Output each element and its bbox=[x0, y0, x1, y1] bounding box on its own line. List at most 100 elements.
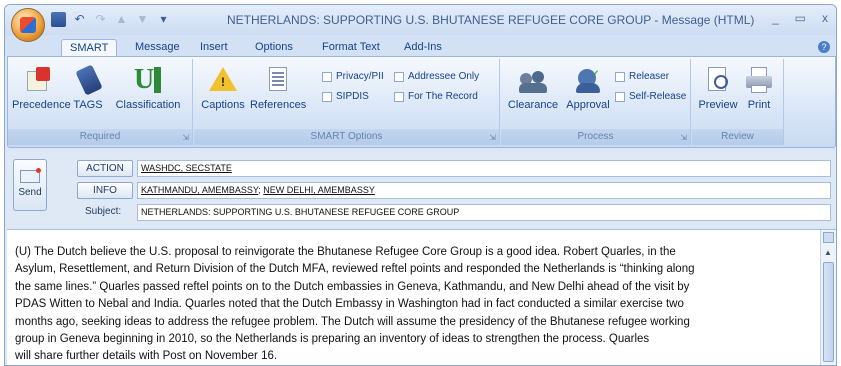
self-release-label: Self-Release bbox=[629, 91, 687, 102]
dialog-launcher-icon[interactable]: ⇲ bbox=[182, 133, 189, 142]
message-window: ↶ ↷ ▲ ▼ ▾ NETHERLANDS: SUPPORTING U.S. B… bbox=[4, 4, 837, 366]
tags-label: TAGS bbox=[73, 99, 103, 111]
window-controls: _ ▭ x bbox=[772, 11, 828, 25]
body-line: Asylum, Resettlement, and Return Divisio… bbox=[15, 263, 695, 276]
captions-label: Captions bbox=[201, 99, 245, 111]
ribbon: Precedence TAGS U Classification Require… bbox=[7, 56, 836, 148]
clearance-label: Clearance bbox=[507, 99, 559, 111]
classification-icon: U bbox=[132, 65, 164, 95]
body-line: the same lines.” Quarles passed reftel p… bbox=[15, 280, 690, 293]
group-label-required: Required bbox=[8, 129, 192, 145]
references-button[interactable]: References bbox=[250, 65, 306, 111]
body-line: will share further details with Post on … bbox=[15, 350, 278, 363]
precedence-button[interactable]: Precedence bbox=[12, 65, 71, 111]
preview-button[interactable]: Preview bbox=[698, 65, 738, 111]
references-icon bbox=[262, 65, 294, 95]
info-button[interactable]: INFO bbox=[77, 182, 133, 199]
approval-button[interactable]: ✓ Approval bbox=[563, 65, 613, 111]
office-logo-icon bbox=[20, 17, 36, 33]
customize-icon[interactable]: ▾ bbox=[156, 12, 171, 27]
body-line: group in Geneva beginning in 2010, so th… bbox=[15, 333, 650, 346]
privacy-pii-label: Privacy/PII bbox=[336, 71, 384, 82]
close-button[interactable]: x bbox=[822, 11, 828, 25]
printer-icon bbox=[743, 65, 775, 95]
send-label: Send bbox=[18, 187, 42, 198]
scroll-up-icon[interactable]: ▲ bbox=[824, 248, 832, 257]
privacy-pii-check[interactable] bbox=[322, 71, 332, 82]
ribbon-tabs: SMART Message Insert Options Format Text… bbox=[5, 35, 836, 57]
group-process: Clearance ✓ Approval Releaser Self-Relea… bbox=[501, 59, 691, 145]
title-bar: ↶ ↷ ▲ ▼ ▾ NETHERLANDS: SUPPORTING U.S. B… bbox=[5, 5, 836, 42]
clearance-button[interactable]: Clearance bbox=[505, 65, 561, 111]
tab-format-text[interactable]: Format Text bbox=[314, 39, 388, 57]
info-recipient-1: KATHMANDU, AMEMBASSY bbox=[141, 185, 259, 195]
send-icon bbox=[20, 168, 41, 183]
approval-label: Approval bbox=[566, 99, 610, 111]
send-button[interactable]: Send bbox=[13, 159, 47, 211]
body-line: (U) The Dutch believe the U.S. proposal … bbox=[15, 246, 676, 258]
info-field[interactable]: KATHMANDU, AMEMBASSY; NEW DELHI, AMEMBAS… bbox=[137, 182, 831, 199]
info-recipient-2: NEW DELHI, AMEMBASSY bbox=[263, 185, 375, 195]
dialog-launcher-icon[interactable]: ⇲ bbox=[489, 133, 496, 142]
releaser-checkbox[interactable]: Releaser bbox=[615, 71, 669, 82]
approval-icon: ✓ bbox=[572, 65, 604, 95]
group-label-process: Process bbox=[501, 129, 690, 145]
sipdis-label: SIPDIS bbox=[336, 91, 369, 102]
help-icon[interactable]: ? bbox=[818, 41, 830, 53]
up-icon[interactable]: ▲ bbox=[114, 12, 129, 27]
down-icon[interactable]: ▼ bbox=[135, 12, 150, 27]
maximize-button[interactable]: ▭ bbox=[795, 11, 806, 25]
group-required: Precedence TAGS U Classification Require… bbox=[8, 59, 193, 145]
self-release-checkbox[interactable]: Self-Release bbox=[615, 91, 686, 102]
addressee-only-check[interactable] bbox=[394, 71, 404, 82]
message-body[interactable]: (U) The Dutch believe the U.S. proposal … bbox=[7, 229, 836, 365]
classification-button[interactable]: U Classification bbox=[110, 65, 186, 112]
subject-label: Subject: bbox=[85, 206, 122, 217]
group-label-review: Review bbox=[692, 129, 783, 145]
action-button[interactable]: ACTION bbox=[77, 160, 133, 177]
for-the-record-check[interactable] bbox=[394, 91, 404, 102]
print-label: Print bbox=[747, 99, 771, 111]
tags-button[interactable]: TAGS bbox=[70, 64, 106, 111]
action-field[interactable]: WASHDC, SECSTATE bbox=[137, 160, 831, 177]
for-the-record-checkbox[interactable]: For The Record bbox=[394, 91, 478, 102]
action-recipient: WASHDC, SECSTATE bbox=[141, 163, 232, 173]
addressee-only-checkbox[interactable]: Addressee Only bbox=[394, 71, 479, 82]
tab-add-ins[interactable]: Add-Ins bbox=[396, 39, 450, 57]
redo-icon[interactable]: ↷ bbox=[93, 12, 108, 27]
minimize-button[interactable]: _ bbox=[772, 11, 779, 25]
sipdis-checkbox[interactable]: SIPDIS bbox=[322, 91, 369, 102]
clearance-icon bbox=[517, 65, 549, 95]
ruler-toggle-icon[interactable] bbox=[823, 232, 834, 243]
tab-message[interactable]: Message bbox=[127, 39, 188, 57]
message-header: Send ACTION WASHDC, SECSTATE INFO KATHMA… bbox=[7, 151, 836, 227]
group-review: Preview Print Review bbox=[692, 59, 784, 145]
sipdis-check[interactable] bbox=[322, 91, 332, 102]
addressee-only-label: Addressee Only bbox=[408, 71, 480, 82]
subject-field[interactable]: NETHERLANDS: SUPPORTING U.S. BHUTANESE R… bbox=[137, 204, 831, 221]
self-release-check[interactable] bbox=[615, 91, 625, 102]
quick-access-toolbar: ↶ ↷ ▲ ▼ ▾ bbox=[51, 12, 171, 27]
print-button[interactable]: Print bbox=[742, 65, 776, 111]
tab-options[interactable]: Options bbox=[247, 39, 301, 57]
body-text[interactable]: (U) The Dutch believe the U.S. proposal … bbox=[15, 244, 815, 365]
scroll-thumb[interactable] bbox=[823, 262, 834, 362]
preview-icon bbox=[702, 65, 734, 95]
tab-smart[interactable]: SMART bbox=[61, 39, 118, 57]
vertical-scrollbar[interactable]: ▲ bbox=[820, 230, 836, 365]
body-line: PDAS Witten to Nebal and India. Quarles … bbox=[15, 298, 684, 311]
captions-button[interactable]: ! Captions bbox=[200, 65, 246, 111]
tab-insert[interactable]: Insert bbox=[192, 39, 236, 57]
for-the-record-label: For The Record bbox=[408, 91, 478, 102]
undo-icon[interactable]: ↶ bbox=[72, 12, 87, 27]
precedence-icon bbox=[23, 65, 55, 95]
save-icon[interactable] bbox=[51, 12, 66, 27]
releaser-label: Releaser bbox=[629, 71, 670, 82]
dialog-launcher-icon[interactable]: ⇲ bbox=[680, 133, 687, 142]
precedence-label: Precedence bbox=[12, 99, 71, 111]
releaser-check[interactable] bbox=[615, 71, 625, 82]
body-line: months ago, seeking ideas to address the… bbox=[15, 315, 690, 328]
privacy-pii-checkbox[interactable]: Privacy/PII bbox=[322, 71, 384, 82]
tags-icon bbox=[72, 64, 104, 96]
office-button[interactable] bbox=[11, 8, 45, 42]
